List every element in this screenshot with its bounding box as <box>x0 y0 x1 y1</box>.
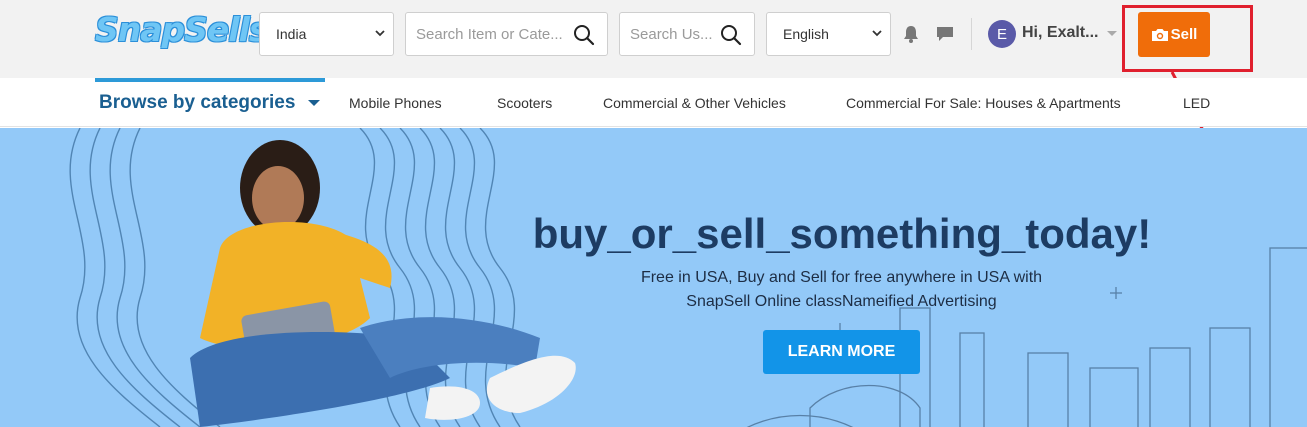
annotation-highlight-box <box>1122 5 1253 72</box>
item-search-input[interactable] <box>416 25 566 43</box>
search-icon[interactable] <box>720 24 742 46</box>
chat-icon[interactable] <box>935 24 955 44</box>
top-header: SnapSells India English E Hi, Exalt. <box>0 0 1307 78</box>
chevron-down-icon <box>872 30 882 37</box>
header-divider <box>971 18 972 50</box>
user-search-box <box>619 12 755 56</box>
category-active-indicator <box>95 78 325 82</box>
item-search-box <box>405 12 608 56</box>
learn-more-button[interactable]: LEARN MORE <box>763 330 920 374</box>
search-icon[interactable] <box>573 24 595 46</box>
category-link[interactable]: Scooters <box>497 95 552 111</box>
browse-categories-button[interactable]: Browse by categories <box>99 92 295 114</box>
category-link[interactable]: Mobile Phones <box>349 95 442 111</box>
category-bar: Browse by categories Mobile Phones Scoot… <box>0 78 1307 127</box>
woman-with-tablet-image <box>190 140 576 427</box>
category-link[interactable]: LED <box>1183 95 1210 111</box>
hero-title: buy_or_sell_something_today! <box>532 210 1152 257</box>
chevron-down-icon <box>375 30 385 37</box>
hero-subtitle: Free in USA, Buy and Sell for free anywh… <box>580 266 1103 314</box>
user-search-input[interactable] <box>630 25 715 43</box>
hero-subtitle-line: Free in USA, Buy and Sell for free anywh… <box>640 269 1043 286</box>
hero-banner: buy_or_sell_something_today! Free in USA… <box>0 128 1307 427</box>
category-link[interactable]: Commercial For Sale: Houses & Apartments <box>846 95 1121 111</box>
caret-down-icon[interactable] <box>308 100 320 106</box>
hero-subtitle-line: SnapSell Online classNameified Advertisi… <box>686 293 997 310</box>
category-link[interactable]: Commercial & Other Vehicles <box>603 95 786 111</box>
country-select-value: India <box>276 26 307 42</box>
bell-icon[interactable] <box>901 24 921 44</box>
user-greeting[interactable]: Hi, Exalt... <box>1022 24 1098 42</box>
snapsells-logo[interactable]: SnapSells <box>95 10 269 49</box>
country-select[interactable]: India <box>259 12 394 56</box>
user-avatar[interactable]: E <box>988 20 1016 48</box>
language-select[interactable]: English <box>766 12 891 56</box>
user-menu-caret-icon[interactable] <box>1107 31 1117 36</box>
language-select-value: English <box>783 26 829 42</box>
